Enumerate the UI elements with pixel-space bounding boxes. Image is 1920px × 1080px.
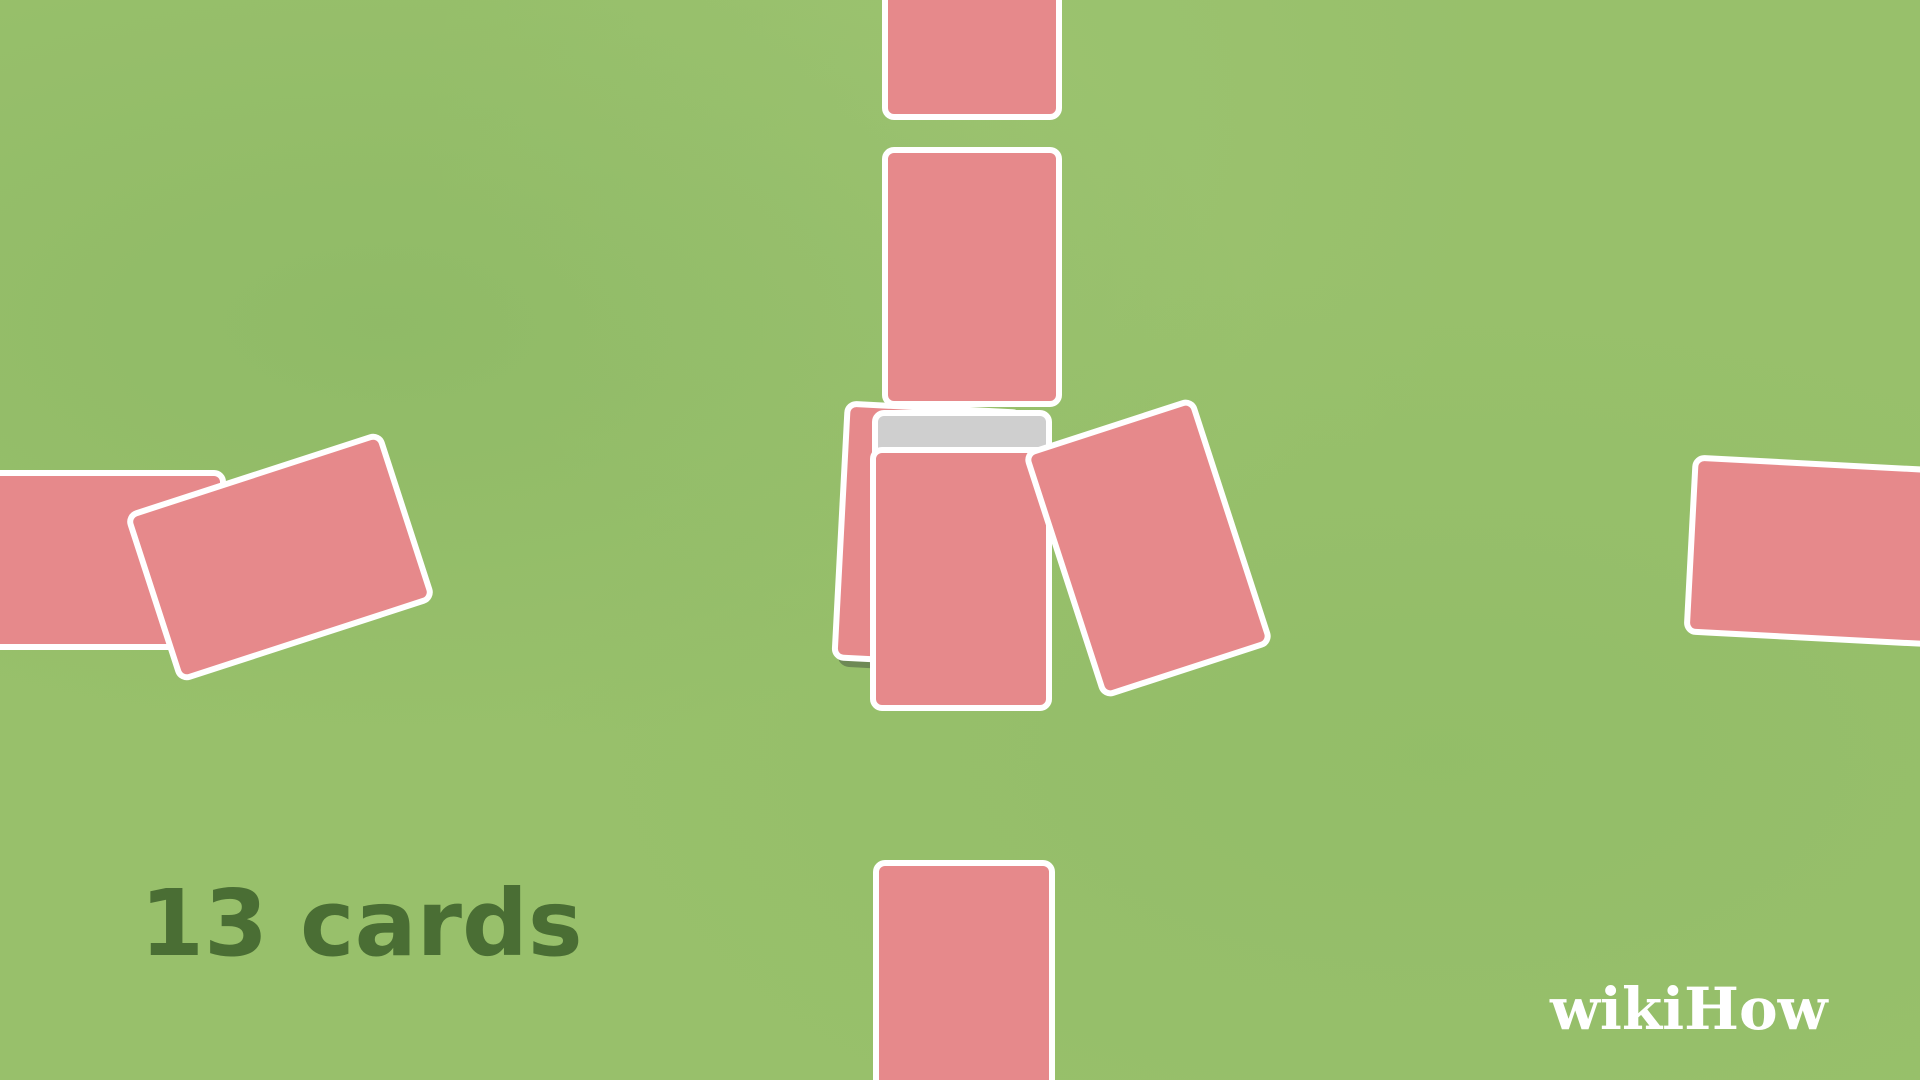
card-center-front [870,447,1052,711]
wikihow-logo: wikiHow [1550,975,1828,1043]
card-right-pile [1683,454,1920,650]
card-bottom-pile [873,860,1055,1080]
card-left-pile-top [124,430,436,684]
card-top-pile-lower [882,147,1062,407]
card-table: 13 cards wikiHow [0,0,1920,1080]
card-center-tilted [1022,396,1274,700]
card-top-pile-upper [882,0,1062,120]
card-count-caption: 13 cards [140,870,583,977]
